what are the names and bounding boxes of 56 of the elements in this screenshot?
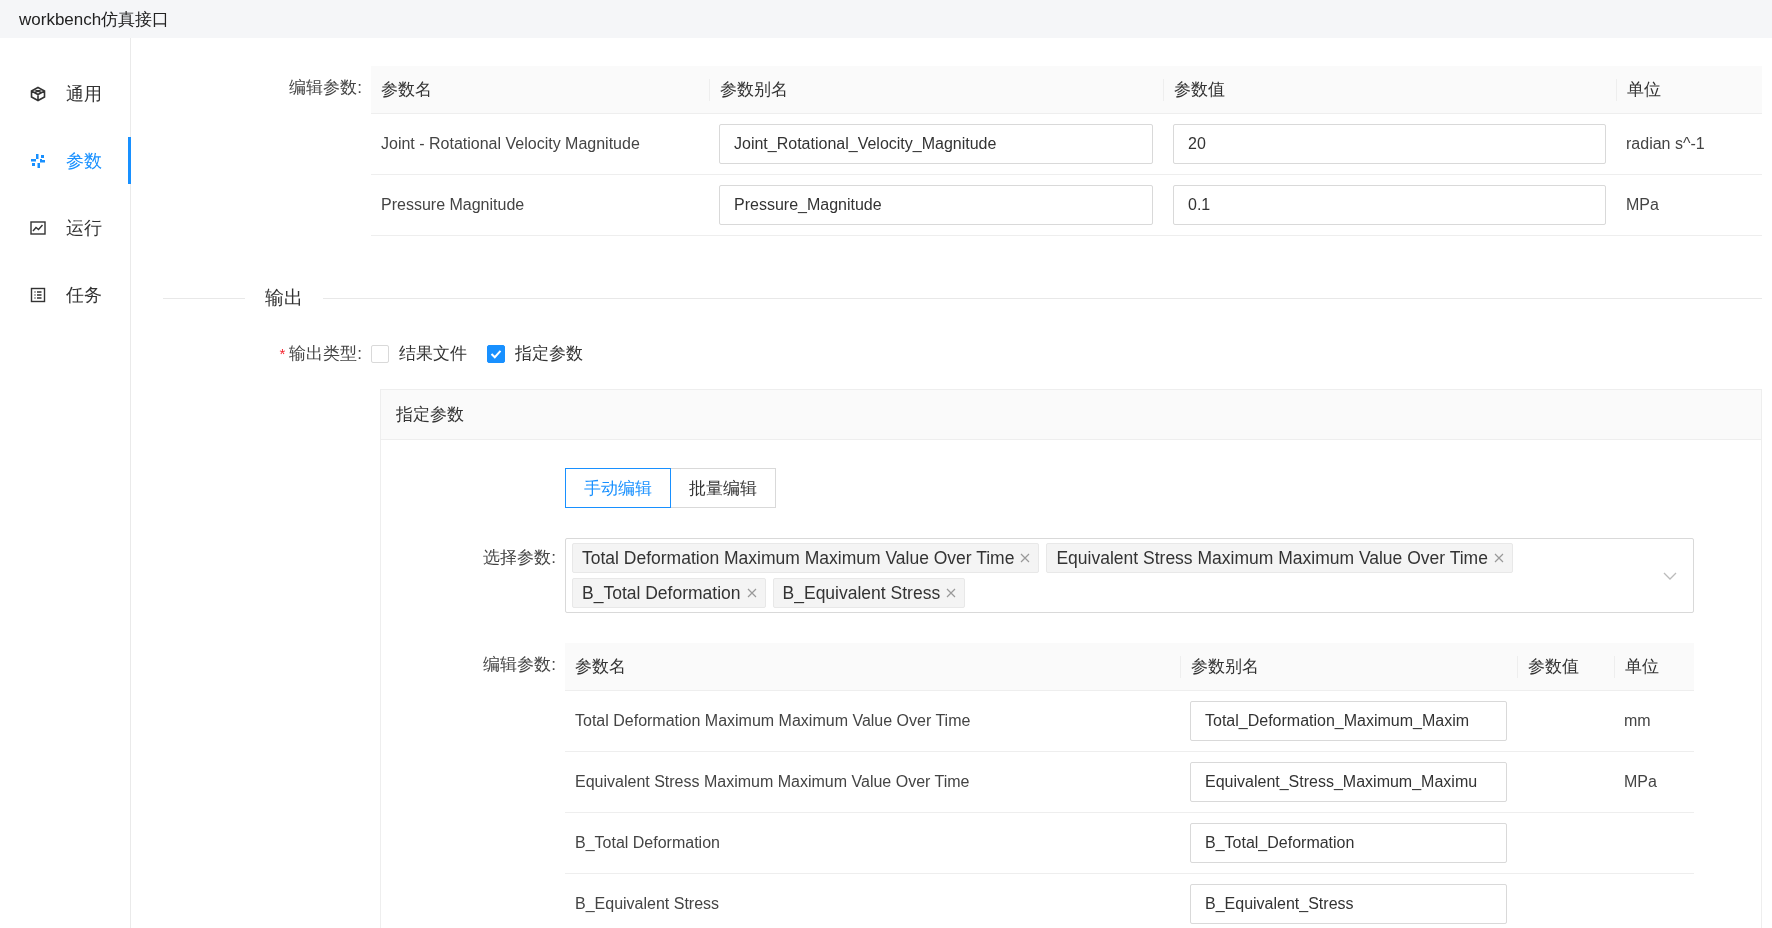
table-cell: MPa — [1626, 196, 1659, 213]
checkbox[interactable] — [487, 344, 505, 363]
line-chart-icon — [30, 219, 46, 236]
required-mark: * — [279, 343, 286, 364]
input-field[interactable]: 0.1 — [1173, 185, 1606, 225]
panel-title: 指定参数 — [381, 390, 1761, 440]
check-icon — [490, 348, 502, 359]
input-field[interactable]: B_Equivalent_Stress — [1190, 884, 1507, 924]
column-header: 参数名 — [380, 78, 433, 101]
column-header: 参数值 — [1517, 655, 1614, 678]
table-cell: B_Total Deformation — [575, 834, 720, 851]
table-cell: MPa — [1624, 773, 1657, 790]
mode-tab[interactable]: 批量编辑 — [671, 468, 776, 508]
dot-cluster-icon — [30, 152, 46, 169]
column-header: 参数别名 — [1180, 655, 1517, 678]
close-icon — [1493, 553, 1504, 563]
selected-tag[interactable]: B_Equivalent Stress — [772, 578, 966, 608]
sidebar-item[interactable]: 通用 — [0, 70, 131, 117]
column-header: 参数名 — [574, 655, 627, 678]
window-title: workbench仿真接口 — [19, 8, 170, 31]
close-icon — [946, 588, 957, 598]
input-field[interactable]: Total_Deformation_Maximum_Maxim — [1190, 701, 1507, 741]
column-header: 单位 — [1616, 78, 1762, 101]
table-cell: B_Equivalent Stress — [575, 895, 720, 912]
checkbox-label[interactable]: 结果文件 — [399, 342, 467, 365]
table-cell: radian s^-1 — [1626, 135, 1705, 152]
field-label: 选择参数: — [483, 547, 556, 569]
selected-tag[interactable]: Equivalent Stress Maximum Maximum Value Over Time — [1046, 543, 1513, 573]
input-field[interactable]: Joint_Rotational_Velocity_Magnitude — [719, 124, 1153, 164]
multi-select-field[interactable]: Total Deformation Maximum Maximum Value Over Time Equivalent Stress Maximum Maximum Value Over Time B_Total Deformation B_Equivalent Stress — [565, 538, 1694, 613]
close-icon — [746, 588, 757, 598]
chevron-down-icon — [1663, 571, 1677, 580]
sidebar-item[interactable]: 任务 — [0, 271, 131, 318]
field-label: 输出类型: — [289, 343, 362, 365]
close-icon — [1020, 553, 1031, 563]
table-cell: Total Deformation Maximum Maximum Value Over Time — [575, 712, 971, 729]
selected-tag[interactable]: Total Deformation Maximum Maximum Value Over Time — [572, 543, 1040, 573]
input-field[interactable]: 20 — [1173, 124, 1606, 164]
column-header: 参数别名 — [709, 78, 1163, 101]
field-label: 编辑参数: — [289, 77, 362, 99]
input-field[interactable]: Equivalent_Stress_Maximum_Maximu — [1190, 762, 1507, 802]
table-cell: Equivalent Stress Maximum Maximum Value Over Time — [575, 773, 970, 790]
field-label: 编辑参数: — [483, 654, 556, 676]
table-cell: Pressure Magnitude — [381, 196, 525, 213]
table-cell: Joint - Rotational Velocity Magnitude — [381, 135, 640, 152]
list-icon — [30, 286, 46, 303]
input-field[interactable]: Pressure_Magnitude — [719, 185, 1153, 225]
cube-icon — [30, 85, 46, 102]
input-field[interactable]: B_Total_Deformation — [1190, 823, 1507, 863]
table-cell: mm — [1624, 712, 1651, 729]
column-header: 单位 — [1614, 655, 1694, 678]
selected-tag[interactable]: B_Total Deformation — [572, 578, 766, 608]
checkbox-label[interactable]: 指定参数 — [515, 342, 583, 365]
column-header: 参数值 — [1163, 78, 1616, 101]
sidebar-item[interactable]: 运行 — [0, 204, 131, 251]
section-title: 输出 — [264, 286, 304, 310]
